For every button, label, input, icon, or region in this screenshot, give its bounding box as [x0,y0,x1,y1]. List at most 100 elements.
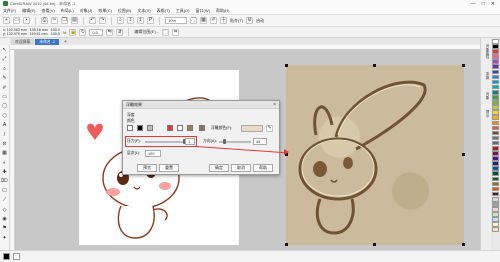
palette-swatch[interactable] [492,222,499,227]
export-icon[interactable]: ↥ [137,17,144,24]
menu-window[interactable]: 窗口(W) [196,8,210,14]
color-swatch-brown[interactable] [187,125,193,131]
edit-bitmap-button[interactable]: 编辑位图(E)... [134,29,159,35]
pressure-input[interactable]: 1 [185,138,195,145]
menu-bitmaps[interactable]: 位图(B) [118,8,131,14]
rectangle-tool-icon[interactable]: ▭ [1,94,8,101]
palette-swatch[interactable] [492,212,499,217]
import-icon[interactable]: ↧ [127,17,134,24]
palette-swatch[interactable] [492,125,499,131]
blend-tool-icon[interactable]: ⟋ [1,197,8,204]
selection-handle[interactable] [462,153,465,156]
guidelines-icon[interactable]: ┼ [220,17,227,24]
table-tool-icon[interactable]: ▦ [1,150,8,157]
palette-swatch[interactable] [492,74,499,80]
fill-tool-icon[interactable]: ◉ [1,216,8,223]
palette-swatch[interactable] [492,100,499,105]
contour-tool-icon[interactable]: ◇ [1,207,8,214]
palette-swatch[interactable] [492,227,499,233]
y-position-field[interactable]: y: 132.479 mm [3,32,27,36]
crop-icon[interactable]: ⌗ [172,28,179,36]
palette-swatch[interactable] [492,49,499,54]
palette-swatch[interactable] [492,202,499,207]
palette-swatch[interactable] [492,196,499,202]
menu-view[interactable]: 查看(V) [41,8,54,14]
palette-swatch[interactable] [492,171,499,177]
mirror-vertical-icon[interactable]: ⇵ [116,28,124,36]
embossed-preview[interactable] [286,65,464,245]
angle-input[interactable]: 45 [253,138,267,145]
emboss-color-picker[interactable] [241,125,263,132]
palette-swatch[interactable] [492,54,499,59]
palette-swatch[interactable] [492,151,499,156]
menu-object[interactable]: 对象(J) [80,8,93,14]
palette-swatch[interactable] [492,181,499,187]
ok-button[interactable]: 确定 [209,164,229,172]
palette-swatch[interactable] [492,69,499,75]
palette-swatch[interactable] [492,64,499,70]
level-input[interactable]: 100 [145,150,161,157]
color-swatch-white[interactable] [177,125,183,131]
eyedropper-tool-icon[interactable]: ⚑ [1,225,8,232]
menu-table[interactable]: 表格(T) [157,8,170,14]
menu-edit[interactable]: 编辑(E) [22,8,35,14]
palette-swatch[interactable] [492,120,499,126]
connector-tool-icon[interactable]: ⊘ [1,141,8,148]
zoom-tool-icon[interactable]: ⌕ [1,66,8,73]
full-screen-icon[interactable]: ⛶ [190,17,197,24]
palette-swatch[interactable] [492,130,499,136]
docker-tab-objects[interactable]: 对象 [482,92,491,99]
palette-swatch[interactable] [492,156,499,161]
palette-swatch[interactable] [492,44,499,49]
cut-icon[interactable]: ✂ [51,17,58,24]
selection-handle[interactable] [373,243,376,246]
ellipse-tool-icon[interactable]: ◯ [1,103,8,110]
height-field[interactable]: 119.51 mm [30,32,48,36]
palette-swatch[interactable] [492,110,499,115]
palette-swatch[interactable] [492,84,499,90]
docker-tab-properties[interactable]: 对象属性 [482,44,491,58]
selection-handle[interactable] [462,64,465,67]
grid-icon[interactable]: # [210,17,217,24]
text-tool-icon[interactable]: A [1,122,8,129]
help-button[interactable]: 帮助 [253,164,273,172]
maximize-button[interactable]: □ [482,1,485,7]
fill-color-indicator[interactable] [3,253,10,260]
color-swatch-black[interactable] [137,125,143,131]
settings-gear-icon[interactable]: ⚙ [246,17,254,24]
search-content-icon[interactable]: ⌕ [117,17,124,24]
polygon-tool-icon[interactable]: ⬡ [1,113,8,120]
save-icon[interactable]: ▪ [23,17,30,24]
palette-swatch[interactable] [492,39,499,44]
artistic-media-icon[interactable]: ✐ [1,85,8,92]
palette-swatch[interactable] [492,176,499,182]
docker-tab-hints[interactable]: 提示 [482,110,491,117]
close-window-button[interactable]: ✕ [491,1,495,7]
palette-swatch[interactable] [492,115,499,120]
scale-y-field[interactable]: 100.0 [51,32,60,36]
lock-ratio-icon[interactable]: 🔒 [69,28,77,36]
palette-swatch[interactable] [492,79,499,85]
menu-text[interactable]: 文本(X) [137,8,150,14]
transparency-tool-icon[interactable]: ◐ [1,160,8,167]
shape-tool-icon[interactable]: ⤢ [1,56,8,63]
menu-effects[interactable]: 效果(C) [98,8,112,14]
mirror-horizontal-icon[interactable]: ⇋ [106,28,114,36]
palette-swatch[interactable] [492,217,499,222]
selection-handle[interactable] [285,243,288,246]
color-swatch-gray[interactable] [147,125,153,131]
zoom-level-field[interactable]: 10% [165,17,187,24]
menu-layout[interactable]: 布局(L) [61,8,74,14]
launch-dropdown[interactable]: 启动 [256,18,264,24]
color-swatch-custom[interactable] [199,125,205,131]
palette-swatch[interactable] [492,145,499,151]
palette-swatch[interactable] [492,166,499,171]
palette-swatch[interactable] [492,135,499,141]
redo-icon[interactable]: ↷ [99,17,106,24]
pressure-slider-track[interactable] [145,141,185,143]
palette-swatch[interactable] [492,207,499,212]
selection-handle[interactable] [373,64,376,67]
print-icon[interactable]: ⎙ [41,17,48,24]
selection-handle[interactable] [285,64,288,67]
new-document-icon[interactable]: + [3,17,10,24]
